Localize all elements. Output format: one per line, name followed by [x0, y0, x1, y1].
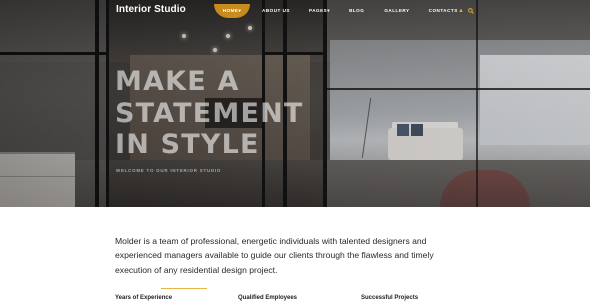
user-icon[interactable]: ▲ [458, 8, 464, 14]
hero-headline-line: MAKE A [115, 66, 240, 97]
chevron-down-icon: ▾ [327, 8, 331, 13]
nav-item-blog[interactable]: BLOG [349, 4, 364, 18]
nav-item-home[interactable]: HOME▾ [214, 4, 250, 18]
main-nav: HOME▾ ABOUT US PAGES▾ BLOG GALLERY CONTA… [214, 4, 458, 18]
hero-headline-line: IN STYLE [115, 129, 260, 160]
hero-subheadline: WELCOME TO OUR INTERIOR STUDIO [116, 168, 222, 173]
nav-item-label: GALLERY [384, 8, 410, 13]
chevron-down-icon: ▾ [238, 8, 242, 13]
nav-item-label: PAGES [309, 8, 328, 13]
intro-text: Molder is a team of professional, energe… [115, 236, 434, 275]
nav-item-pages[interactable]: PAGES▾ [309, 4, 330, 18]
stat-label-years: Years of Experience [115, 295, 173, 301]
nav-item-label: HOME [222, 8, 239, 13]
stat-label-projects: Successful Projects [361, 295, 419, 301]
nav-item-contacts[interactable]: CONTACTS [429, 4, 458, 18]
nav-item-gallery[interactable]: GALLERY [384, 4, 409, 18]
section-divider [161, 288, 207, 289]
nav-item-about-us[interactable]: ABOUT US [262, 4, 290, 18]
search-icon[interactable] [468, 8, 474, 16]
hero-headline-line: STATEMENT [115, 97, 304, 129]
site-logo[interactable]: Interior Studio [116, 4, 186, 15]
hero-section: Interior Studio HOME▾ ABOUT US PAGES▾ BL… [0, 0, 590, 207]
stats-row: Years of Experience Qualified Employees … [115, 295, 495, 305]
nav-item-label: CONTACTS [428, 8, 458, 13]
nav-item-label: BLOG [349, 8, 365, 13]
stat-label-employees: Qualified Employees [238, 295, 298, 301]
hero-headline: MAKE A STATEMENT IN STYLE [115, 66, 304, 161]
nav-item-label: ABOUT US [262, 8, 290, 13]
